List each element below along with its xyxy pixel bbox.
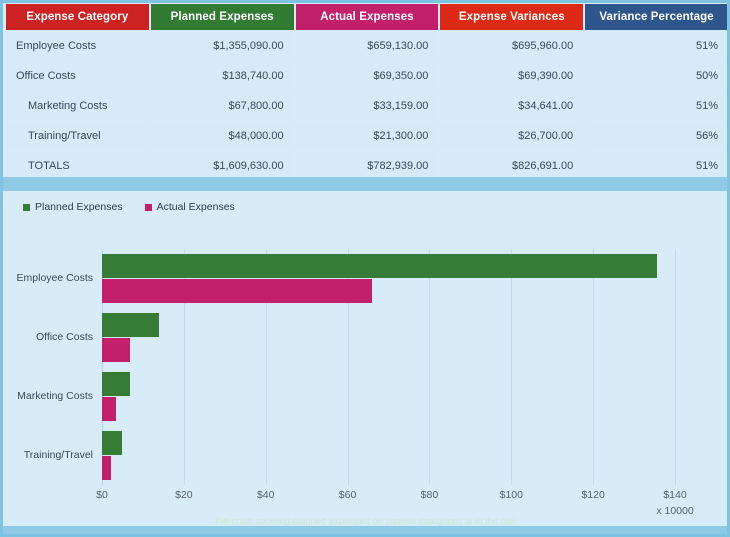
cell-percentage: 56% <box>585 122 727 150</box>
x-axis-tick-label: $0 <box>96 489 108 501</box>
cell-percentage: 51% <box>585 152 727 180</box>
chart-bar[interactable] <box>102 456 111 480</box>
table-header-row: Expense Category Planned Expenses Actual… <box>6 4 727 30</box>
cell-category: Office Costs <box>6 62 149 90</box>
legend-item-actual-expenses[interactable]: Actual Expenses <box>144 201 235 213</box>
expense-report-page: Expense Category Planned Expenses Actual… <box>0 0 730 537</box>
cell-actual: $659,130.00 <box>295 32 439 60</box>
chart-bar-group: Training/Travel <box>24 426 675 485</box>
chart-bar[interactable] <box>102 431 122 455</box>
cell-planned: $1,609,630.00 <box>150 152 294 180</box>
legend-swatch-icon <box>144 203 152 211</box>
y-axis-category-label: Employee Costs <box>16 272 93 284</box>
expense-table-container: Expense Category Planned Expenses Actual… <box>6 3 727 180</box>
cell-variance: $34,641.00 <box>440 92 584 120</box>
legend-label: Planned Expenses <box>35 201 123 213</box>
chart-bar-group: Marketing Costs <box>17 367 675 426</box>
cell-planned: $48,000.00 <box>150 122 294 150</box>
y-axis-category-label: Training/Travel <box>23 449 93 461</box>
column-header-expense-category[interactable]: Expense Category <box>6 4 149 30</box>
chart-plot-area: $0 $20 $40 $60 $80 $100 $120 $140 x 10000 Employe… <box>17 249 694 517</box>
table-row[interactable]: Marketing Costs $67,800.00 $33,159.00 $3… <box>6 92 727 120</box>
x-axis-tick-label: $40 <box>256 489 275 501</box>
cell-actual: $21,300.00 <box>295 122 439 150</box>
cell-category: Marketing Costs <box>6 92 149 120</box>
x-axis-tick-label: $80 <box>420 489 439 501</box>
x-axis-tick-label: $60 <box>338 489 357 501</box>
section-divider <box>3 177 727 191</box>
column-header-expense-variances[interactable]: Expense Variances <box>440 4 584 30</box>
x-axis-tick-label: $20 <box>175 489 193 501</box>
chart-bar[interactable] <box>102 279 372 303</box>
table-row[interactable]: Employee Costs $1,355,090.00 $659,130.00… <box>6 32 727 60</box>
cell-percentage: 50% <box>585 62 727 90</box>
cell-category: TOTALS <box>6 152 149 180</box>
y-axis-category-label: Marketing Costs <box>17 390 93 402</box>
cell-planned: $138,740.00 <box>150 62 294 90</box>
table-row[interactable]: Office Costs $138,740.00 $69,350.00 $69,… <box>6 62 727 90</box>
table-body: Employee Costs $1,355,090.00 $659,130.00… <box>6 32 727 180</box>
table-row[interactable]: Training/Travel $48,000.00 $21,300.00 $2… <box>6 122 727 150</box>
expense-bar-chart: Planned Expenses Actual Expenses $0 $20 $4… <box>3 191 727 531</box>
x-axis-tick-label: $140 <box>663 489 687 501</box>
chart-gridline <box>675 249 676 485</box>
chart-bar[interactable] <box>102 397 116 421</box>
chart-bar[interactable] <box>102 254 657 278</box>
cell-category: Training/Travel <box>6 122 149 150</box>
column-header-variance-percentage[interactable]: Variance Percentage <box>585 4 727 30</box>
table-header: Expense Category Planned Expenses Actual… <box>6 4 727 30</box>
cell-variance: $695,960.00 <box>440 32 584 60</box>
cell-variance: $26,700.00 <box>440 122 584 150</box>
chart-bar-group: Office Costs <box>36 308 675 367</box>
x-axis-tick-label: $120 <box>581 489 605 501</box>
cell-actual: $782,939.00 <box>295 152 439 180</box>
column-header-actual-expenses[interactable]: Actual Expenses <box>295 4 439 30</box>
chart-legend: Planned Expenses Actual Expenses <box>23 201 235 213</box>
chart-bar-group: Employee Costs <box>17 249 675 308</box>
column-header-planned-expenses[interactable]: Planned Expenses <box>150 4 294 30</box>
cell-planned: $67,800.00 <box>150 92 294 120</box>
legend-item-planned-expenses[interactable]: Planned Expenses <box>23 201 123 213</box>
expense-table: Expense Category Planned Expenses Actual… <box>4 3 727 182</box>
cell-category: Employee Costs <box>6 32 149 60</box>
chart-bar[interactable] <box>102 338 131 362</box>
chart-bar[interactable] <box>102 313 159 337</box>
legend-swatch-icon <box>23 203 30 211</box>
cell-planned: $1,355,090.00 <box>150 32 294 60</box>
x-axis-tick-label: $100 <box>499 489 523 501</box>
y-axis-category-label: Office Costs <box>36 331 93 343</box>
legend-label: Actual Expenses <box>156 201 235 213</box>
cell-actual: $69,350.00 <box>295 62 439 90</box>
cell-percentage: 51% <box>585 92 727 120</box>
bottom-border-band <box>3 526 727 534</box>
cell-variance: $826,691.00 <box>440 152 584 180</box>
cell-variance: $69,390.00 <box>440 62 584 90</box>
cell-actual: $33,159.00 <box>295 92 439 120</box>
cell-percentage: 51% <box>585 32 727 60</box>
table-row-totals[interactable]: TOTALS $1,609,630.00 $782,939.00 $826,69… <box>6 152 727 180</box>
chart-bar[interactable] <box>102 372 130 396</box>
